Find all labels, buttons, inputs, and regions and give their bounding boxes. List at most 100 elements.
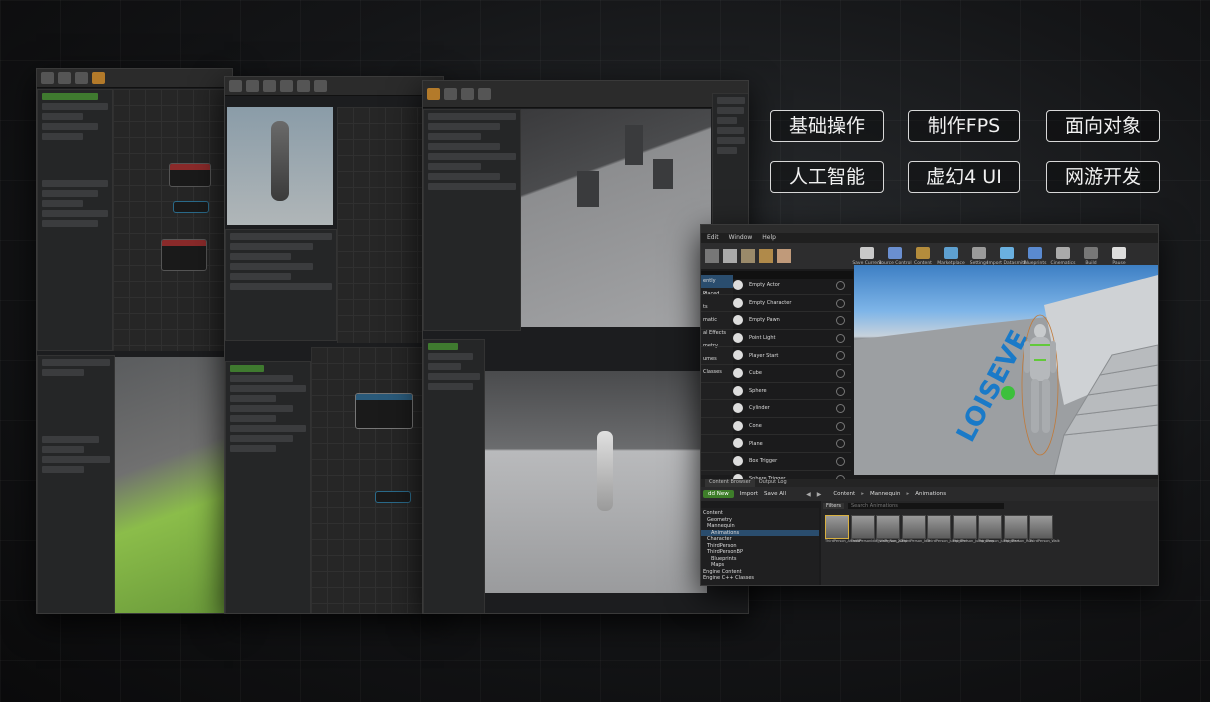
- select-mode-icon[interactable]: [705, 249, 719, 263]
- landscape-mode-icon[interactable]: [741, 249, 755, 263]
- folder-item[interactable]: Engine C++ Classes: [701, 575, 819, 582]
- place-item-box-trigger[interactable]: Box Trigger: [701, 453, 851, 471]
- screenshot-unreal-editor: Edit Window Help Save Current Source Cont…: [700, 224, 1159, 586]
- back-icon[interactable]: ◀: [806, 491, 811, 498]
- paint-mode-icon[interactable]: [723, 249, 737, 263]
- actor-icon: [733, 385, 743, 396]
- graph-node: [173, 201, 209, 213]
- panel-row: [717, 97, 745, 104]
- asset-name: ThirdPerson_Jump_End: [927, 539, 967, 543]
- graph-node: [161, 239, 207, 271]
- info-icon[interactable]: [836, 316, 845, 326]
- panel-row: [230, 263, 313, 270]
- panel-row: [42, 93, 98, 100]
- viewport-scene: LOISEVE: [854, 275, 1158, 476]
- place-item-cube[interactable]: Cube: [701, 365, 851, 383]
- graph-canvas: [113, 89, 232, 351]
- place-item-label: Player Start: [749, 352, 779, 359]
- save-icon: [860, 246, 874, 259]
- info-icon[interactable]: [836, 456, 845, 466]
- asset-name: ThirdPerson_Run: [1003, 539, 1033, 543]
- breadcrumb-content[interactable]: Content: [833, 491, 855, 497]
- search-animations-input[interactable]: Search Animations: [848, 503, 1004, 509]
- details-panel: [37, 89, 113, 351]
- place-item-label: Empty Pawn: [749, 317, 780, 324]
- panel-row: [428, 373, 480, 380]
- asset-tile[interactable]: ThirdPerson_Walk: [1029, 515, 1060, 544]
- toolbar-icon: [58, 72, 71, 84]
- asset-tile[interactable]: ThirdPerson_Jump_Loop: [952, 515, 994, 544]
- place-item-label: Box Trigger: [749, 458, 778, 465]
- info-icon[interactable]: [836, 298, 845, 308]
- toolbar: [423, 81, 748, 108]
- animation-thumbnail: [927, 515, 951, 539]
- tab-output-log[interactable]: Output Log: [759, 479, 787, 487]
- panel-row: [428, 113, 516, 120]
- asset-tile[interactable]: ThirdPerson_AnimBP: [825, 515, 861, 544]
- place-item-cone[interactable]: Cone: [701, 418, 851, 436]
- info-icon[interactable]: [836, 281, 845, 290]
- asset-tile[interactable]: ThirdPersonIdle_Walk_Run_2D: [850, 515, 903, 544]
- place-item-plane[interactable]: Plane: [701, 435, 851, 453]
- breadcrumb-separator: ▸: [861, 491, 864, 497]
- place-item-empty-character[interactable]: Empty Character: [701, 295, 851, 313]
- asset-tile[interactable]: ThirdPerson_Idle: [901, 515, 930, 544]
- asset-tile[interactable]: ThirdPerson_Run: [1003, 515, 1033, 544]
- info-icon[interactable]: [836, 368, 845, 378]
- panel-row: [42, 369, 84, 376]
- panel-row: [428, 163, 481, 170]
- level-viewport[interactable]: LOISEVE: [854, 265, 1158, 476]
- place-item-empty-actor[interactable]: Empty Actor: [701, 277, 851, 295]
- panel-row: [230, 425, 306, 432]
- info-icon[interactable]: [836, 386, 845, 396]
- place-item-label: Empty Character: [749, 299, 792, 306]
- info-icon[interactable]: [836, 333, 845, 343]
- geometry-mode-icon[interactable]: [777, 249, 791, 263]
- import-button[interactable]: Import: [740, 491, 758, 497]
- place-item-cylinder[interactable]: Cylinder: [701, 400, 851, 418]
- forward-icon[interactable]: ▶: [817, 491, 822, 498]
- asset-tile[interactable]: ThirdPerson_Jump_End: [927, 515, 967, 544]
- panel-row: [717, 107, 744, 114]
- info-icon[interactable]: [836, 351, 845, 361]
- save-all-button[interactable]: Save All: [764, 491, 786, 497]
- graph-node: [169, 163, 211, 187]
- modes-toolbar: [701, 243, 857, 269]
- game-viewport: [485, 371, 707, 593]
- tab-content-browser[interactable]: Content Browser: [705, 479, 755, 487]
- panel-row: [230, 273, 291, 280]
- breadcrumb-mannequin[interactable]: Mannequin: [870, 491, 900, 497]
- actor-icon: [733, 438, 743, 449]
- place-item-label: Sphere: [749, 387, 767, 394]
- add-new-button[interactable]: dd New: [703, 490, 734, 498]
- filters-button[interactable]: Filters: [823, 503, 844, 509]
- block: [625, 125, 643, 165]
- panel-row: [42, 103, 108, 110]
- place-item-sphere[interactable]: Sphere: [701, 383, 851, 401]
- toolbar-icon: [41, 72, 54, 84]
- screenshot-blueprint-editor: [36, 68, 233, 614]
- asset-tile[interactable]: ThirdPerson_Jump_Start: [978, 515, 1020, 544]
- panel-row: [42, 359, 110, 366]
- info-icon[interactable]: [836, 439, 845, 449]
- panel-row: [230, 283, 332, 290]
- panel-row: [42, 446, 84, 453]
- panel-row: [42, 190, 98, 197]
- foliage-mode-icon[interactable]: [759, 249, 773, 263]
- place-item-empty-pawn[interactable]: Empty Pawn: [701, 312, 851, 330]
- panel-row: [230, 445, 277, 452]
- panel-row: [230, 405, 293, 412]
- place-item-point-light[interactable]: Point Light: [701, 330, 851, 348]
- asset-tile[interactable]: ThirdPerson_Jump: [876, 515, 907, 544]
- content-icon: [916, 246, 930, 259]
- animation-thumbnail: [978, 515, 1002, 539]
- info-icon[interactable]: [836, 404, 845, 414]
- info-icon[interactable]: [836, 421, 845, 431]
- breadcrumb-animations[interactable]: Animations: [915, 491, 946, 497]
- viewport: [521, 109, 711, 327]
- character-preview: [227, 107, 333, 225]
- panel-row: [42, 180, 108, 187]
- place-item-label: Empty Actor: [749, 282, 780, 289]
- place-item-player-start[interactable]: Player Start: [701, 347, 851, 365]
- panel-row: [428, 123, 500, 130]
